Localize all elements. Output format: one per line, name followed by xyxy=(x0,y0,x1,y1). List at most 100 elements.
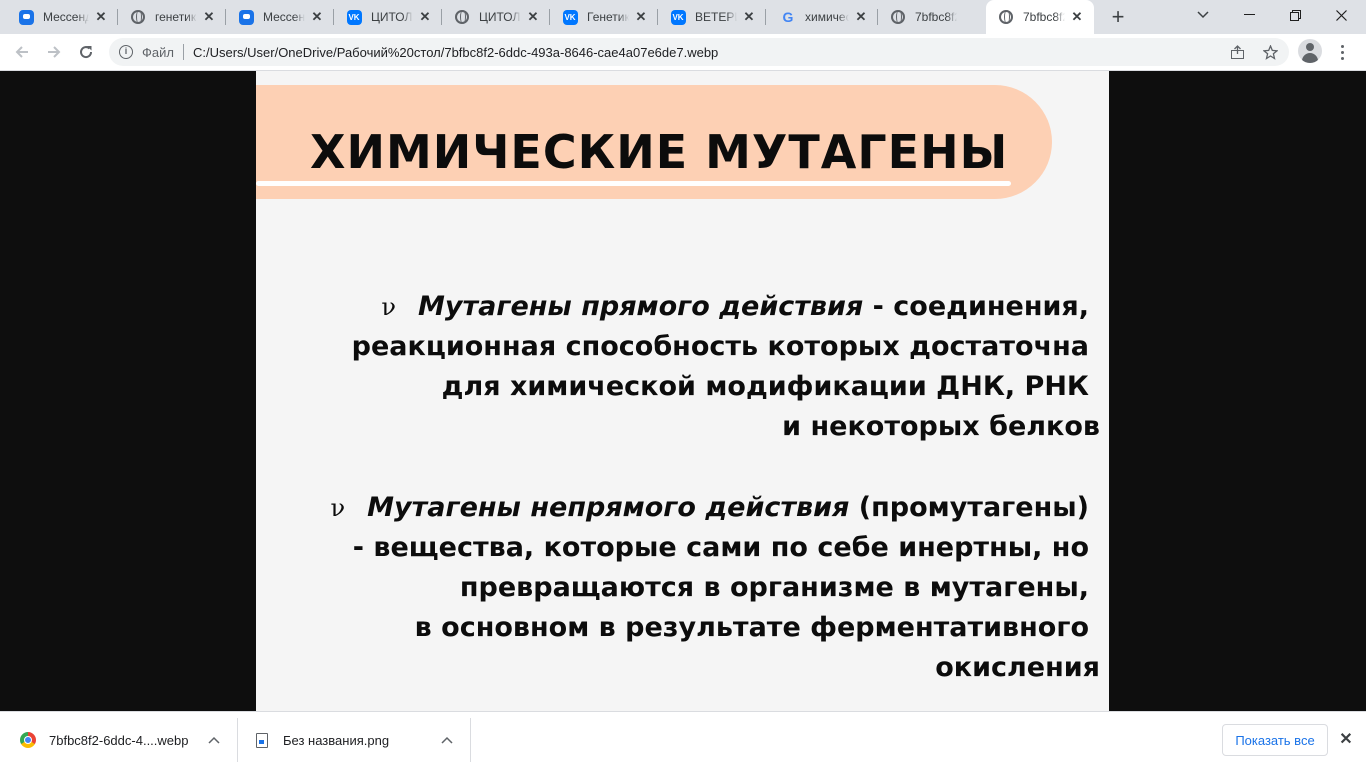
download-filename: 7bfbc8f2-6ddc-4....webp xyxy=(49,732,189,748)
forward-button[interactable] xyxy=(40,38,68,66)
window-close-button[interactable] xyxy=(1318,0,1364,30)
close-icon[interactable]: ✕ xyxy=(525,9,541,25)
tab-messenger-2[interactable]: Мессенджер ✕ xyxy=(226,0,334,34)
close-icon[interactable]: ✕ xyxy=(1069,9,1085,25)
globe-icon xyxy=(998,9,1014,25)
download-item-png[interactable]: Без названия.png xyxy=(256,712,468,768)
slide-title: ХИМИЧЕСКИЕ МУТАГЕНЫ xyxy=(310,125,1009,179)
address-bar[interactable]: i Файл C:/Users/User/OneDrive/Рабочий%20… xyxy=(109,38,1289,66)
download-filename: Без названия.png xyxy=(283,732,390,748)
minimize-button[interactable] xyxy=(1226,0,1272,30)
tab-citologiya-vk[interactable]: VK ЦИТОЛОГИЯ ✕ xyxy=(334,0,442,34)
tab-title: Генетика xyxy=(587,10,629,24)
tab-title: генетика xyxy=(155,10,197,24)
close-icon[interactable]: ✕ xyxy=(853,9,869,25)
banner-underline xyxy=(256,181,1011,186)
para2-line1-rest: (промутагены) xyxy=(849,492,1089,523)
para2-line5: окисления xyxy=(935,652,1100,683)
slide-image: ХИМИЧЕСКИЕ МУТАГЕНЫ ν Мутагены прямого де… xyxy=(256,71,1109,711)
profile-avatar-icon[interactable] xyxy=(1298,39,1322,63)
close-icon[interactable]: ✕ xyxy=(1336,728,1356,752)
chevron-up-icon[interactable] xyxy=(441,736,453,744)
image-viewer: ХИМИЧЕСКИЕ МУТАГЕНЫ ν Мутагены прямого де… xyxy=(0,71,1366,711)
paragraph-direct-mutagens: ν Мутагены прямого действия - соединения,… xyxy=(351,287,1100,447)
browser-menu-icon[interactable] xyxy=(1334,38,1350,66)
chrome-icon xyxy=(20,732,36,748)
tab-title: химические xyxy=(805,10,849,24)
restore-button[interactable] xyxy=(1272,0,1318,30)
tab-search-button[interactable] xyxy=(1180,0,1226,30)
tab-messenger-1[interactable]: Мессенджер ✕ xyxy=(0,0,118,34)
chevron-up-icon[interactable] xyxy=(208,736,220,744)
share-button[interactable] xyxy=(1224,38,1250,66)
scheme-label: Файл xyxy=(142,44,174,60)
para1-line1: ν Мутагены прямого действия - соединения, xyxy=(352,287,1089,327)
reload-icon xyxy=(80,46,93,59)
messenger-icon xyxy=(238,9,254,25)
tab-strip: Мессенджер ✕ генетика ✕ Мессенджер ✕ VK … xyxy=(0,0,1366,34)
vk-icon: VK xyxy=(346,9,362,25)
tab-title: Мессенджер xyxy=(263,10,305,24)
tab-title: ВЕТЕРИНАРИЯ xyxy=(695,10,737,24)
chevron-down-icon xyxy=(1197,11,1209,19)
para2-line4: в основном в результате ферментативного xyxy=(414,612,1089,643)
globe-icon xyxy=(890,9,906,25)
tab-citologiya[interactable]: ЦИТОЛОГИЯ ✕ xyxy=(442,0,550,34)
vk-icon: VK xyxy=(562,9,578,25)
close-icon[interactable]: ✕ xyxy=(633,9,649,25)
tab-title: Мессенджер xyxy=(43,10,89,24)
para2-line1: ν Мутагены непрямого действия (промутаген… xyxy=(331,488,1089,528)
para2-line2: - вещества, которые сами по себе инертны… xyxy=(352,532,1089,563)
globe-icon xyxy=(454,9,470,25)
close-icon[interactable]: ✕ xyxy=(417,9,433,25)
download-shelf: 7bfbc8f2-6ddc-4....webp Без названия.png… xyxy=(0,711,1366,768)
url-text[interactable]: C:/Users/User/OneDrive/Рабочий%20стол/7b… xyxy=(193,45,718,60)
title-banner: ХИМИЧЕСКИЕ МУТАГЕНЫ xyxy=(256,85,1052,199)
download-item-webp[interactable]: 7bfbc8f2-6ddc-4....webp xyxy=(20,712,235,768)
close-icon[interactable]: ✕ xyxy=(309,9,325,25)
bullet-icon: ν xyxy=(330,494,346,522)
tab-genetika[interactable]: генетика ✕ xyxy=(118,0,226,34)
tab-title: ЦИТОЛОГИЯ xyxy=(479,10,521,24)
globe-icon xyxy=(130,9,146,25)
close-icon[interactable]: ✕ xyxy=(741,9,757,25)
download-separator xyxy=(237,718,238,762)
new-tab-button[interactable]: + xyxy=(1106,5,1130,29)
back-button[interactable] xyxy=(8,38,36,66)
tab-google-search[interactable]: G химические ✕ xyxy=(766,0,878,34)
omnibox-separator xyxy=(182,44,184,60)
tab-title: 7bfbc8f2-6ddc xyxy=(1023,10,1065,24)
forward-arrow-icon xyxy=(48,46,61,58)
tab-veterinariya-vk[interactable]: VK ВЕТЕРИНАРИЯ ✕ xyxy=(658,0,766,34)
para1-line3: для химической модификации ДНК, РНК xyxy=(441,371,1089,402)
bullet-icon: ν xyxy=(381,293,397,321)
tab-image-active[interactable]: 7bfbc8f2-6ddc ✕ xyxy=(986,0,1094,34)
minimize-icon xyxy=(1243,14,1255,15)
share-icon xyxy=(1230,44,1244,59)
download-separator xyxy=(470,718,471,762)
close-icon xyxy=(1335,9,1347,21)
vk-icon: VK xyxy=(670,9,686,25)
tab-genetika-vk[interactable]: VK Генетика ✕ xyxy=(550,0,658,34)
tab-title: ЦИТОЛОГИЯ xyxy=(371,10,413,24)
back-arrow-icon xyxy=(15,46,28,58)
para2-term: Мутагены непрямого действия xyxy=(367,492,850,523)
para2-line3: превращаются в организме в мутагены, xyxy=(459,572,1089,603)
para1-line1-rest: - соединения, xyxy=(863,291,1089,322)
para1-line2: реакционная способность которых достаточ… xyxy=(351,331,1089,362)
info-icon[interactable]: i xyxy=(119,45,133,59)
bookmark-button[interactable] xyxy=(1257,38,1283,66)
google-icon: G xyxy=(782,9,794,25)
tab-image-1[interactable]: 7bfbc8f2-6ddc ✕ xyxy=(878,0,986,34)
paragraph-indirect-mutagens: ν Мутагены непрямого действия (промутаген… xyxy=(331,488,1100,688)
para1-term: Мутагены прямого действия xyxy=(418,291,864,322)
browser-toolbar: i Файл C:/Users/User/OneDrive/Рабочий%20… xyxy=(0,34,1366,71)
star-icon xyxy=(1262,44,1278,60)
close-icon[interactable]: ✕ xyxy=(93,9,109,25)
file-icon xyxy=(256,732,268,748)
tab-title: 7bfbc8f2-6ddc xyxy=(915,10,957,24)
show-all-button[interactable]: Показать все xyxy=(1222,724,1328,756)
reload-button[interactable] xyxy=(72,38,100,66)
close-icon[interactable]: ✕ xyxy=(201,9,217,25)
restore-icon xyxy=(1289,9,1301,21)
